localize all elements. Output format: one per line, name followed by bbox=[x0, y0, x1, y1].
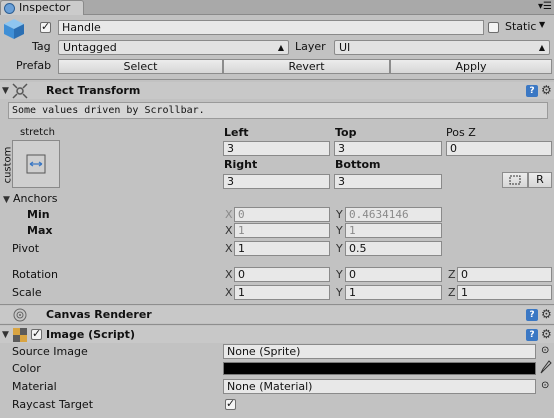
gear-icon[interactable]: ⚙ bbox=[541, 308, 552, 320]
object-picker-icon[interactable]: ⊙ bbox=[541, 344, 549, 358]
layer-label: Layer bbox=[295, 40, 326, 53]
scale-z-axis-label: Z bbox=[448, 286, 456, 299]
tab-menu-icon[interactable]: ▾☰ bbox=[538, 0, 552, 14]
foldout-arrow-icon[interactable]: ▼ bbox=[2, 86, 9, 96]
inspector-tab-label: Inspector bbox=[19, 1, 71, 14]
rotation-y-field[interactable]: 0 bbox=[345, 267, 442, 282]
anchor-min-label: Min bbox=[27, 208, 50, 221]
inspector-tab[interactable]: Inspector bbox=[0, 0, 84, 15]
info-icon bbox=[4, 3, 15, 14]
right-header: Right bbox=[224, 158, 258, 171]
gameobject-cube-icon bbox=[3, 18, 25, 40]
divider bbox=[0, 79, 554, 80]
color-label: Color bbox=[12, 362, 41, 375]
prefab-select-button[interactable]: Select bbox=[58, 59, 223, 74]
object-picker-icon[interactable]: ⊙ bbox=[541, 379, 549, 393]
eyedropper-icon[interactable] bbox=[540, 360, 552, 374]
rect-transform-title: Rect Transform bbox=[46, 84, 141, 97]
static-label: Static bbox=[505, 20, 537, 33]
anchor-stretch-icon bbox=[26, 154, 46, 174]
divider bbox=[0, 304, 554, 305]
raycast-target-checkbox[interactable] bbox=[225, 397, 236, 410]
rect-transform-icon bbox=[12, 83, 28, 99]
gear-icon[interactable]: ⚙ bbox=[541, 328, 552, 340]
anchors-foldout-icon[interactable]: ▼ bbox=[3, 195, 10, 205]
raw-edit-button[interactable]: R bbox=[528, 172, 552, 188]
help-icon[interactable]: ? bbox=[526, 309, 538, 321]
right-field[interactable]: 3 bbox=[223, 174, 330, 189]
dropdown-arrow-icon: ▲ bbox=[538, 43, 545, 52]
image-enabled-checkbox[interactable] bbox=[31, 327, 42, 340]
anchor-min-x-field[interactable]: 0 bbox=[234, 207, 330, 222]
left-header: Left bbox=[224, 126, 249, 139]
source-image-field[interactable]: None (Sprite) bbox=[223, 344, 536, 359]
layer-dropdown[interactable]: UI ▲ bbox=[334, 40, 550, 55]
tag-dropdown[interactable]: Untagged ▲ bbox=[58, 40, 289, 55]
gameobject-name-field[interactable]: Handle bbox=[58, 20, 484, 35]
color-swatch[interactable] bbox=[223, 362, 536, 375]
rotation-z-axis-label: Z bbox=[448, 268, 456, 281]
posz-header: Pos Z bbox=[446, 126, 476, 139]
blueprint-mode-button[interactable] bbox=[502, 172, 528, 188]
canvas-renderer-icon bbox=[12, 307, 28, 323]
blueprint-icon bbox=[509, 175, 521, 185]
scale-z-field[interactable]: 1 bbox=[457, 285, 552, 300]
static-checkbox[interactable] bbox=[488, 22, 499, 33]
bottom-field[interactable]: 3 bbox=[334, 174, 442, 189]
pivot-label: Pivot bbox=[12, 242, 40, 255]
static-dropdown-icon[interactable]: ▼ bbox=[539, 18, 545, 32]
top-field[interactable]: 3 bbox=[334, 141, 442, 156]
anchor-max-y-field[interactable]: 1 bbox=[345, 223, 442, 238]
max-x-axis-label: X bbox=[225, 224, 233, 237]
foldout-arrow-icon[interactable]: ▼ bbox=[2, 330, 9, 340]
help-icon[interactable]: ? bbox=[526, 329, 538, 341]
min-y-axis-label: Y bbox=[336, 208, 343, 221]
rotation-x-axis-label: X bbox=[225, 268, 233, 281]
material-label: Material bbox=[12, 380, 57, 393]
dropdown-arrow-icon: ▲ bbox=[277, 43, 284, 52]
tag-value: Untagged bbox=[63, 41, 117, 54]
scale-x-axis-label: X bbox=[225, 286, 233, 299]
pivot-x-axis-label: X bbox=[225, 242, 233, 255]
canvas-renderer-title: Canvas Renderer bbox=[46, 308, 152, 321]
divider bbox=[0, 324, 554, 325]
prefab-apply-button[interactable]: Apply bbox=[390, 59, 552, 74]
raycast-target-label: Raycast Target bbox=[12, 398, 94, 411]
scale-label: Scale bbox=[12, 286, 42, 299]
active-checkbox[interactable] bbox=[40, 20, 51, 33]
tag-label: Tag bbox=[32, 40, 51, 53]
rotation-z-field[interactable]: 0 bbox=[457, 267, 552, 282]
rotation-y-axis-label: Y bbox=[336, 268, 343, 281]
rotation-label: Rotation bbox=[12, 268, 59, 281]
left-field[interactable]: 3 bbox=[223, 141, 330, 156]
source-image-label: Source Image bbox=[12, 345, 88, 358]
top-header: Top bbox=[335, 126, 357, 139]
anchor-presets-button[interactable] bbox=[12, 140, 60, 188]
min-x-axis-label: X bbox=[225, 208, 233, 221]
help-icon[interactable]: ? bbox=[526, 85, 538, 97]
anchor-preset-stretch-label: stretch bbox=[20, 127, 55, 138]
anchor-min-y-field[interactable]: 0.4634146 bbox=[345, 207, 442, 222]
anchor-max-label: Max bbox=[27, 224, 53, 237]
anchor-max-x-field[interactable]: 1 bbox=[234, 223, 330, 238]
bottom-header: Bottom bbox=[335, 158, 381, 171]
pivot-y-axis-label: Y bbox=[336, 242, 343, 255]
prefab-revert-button[interactable]: Revert bbox=[223, 59, 390, 74]
image-script-title: Image (Script) bbox=[46, 328, 135, 341]
pivot-x-field[interactable]: 1 bbox=[234, 241, 330, 256]
driven-info-box: Some values driven by Scrollbar. bbox=[8, 102, 548, 119]
rotation-x-field[interactable]: 0 bbox=[234, 267, 330, 282]
max-y-axis-label: Y bbox=[336, 224, 343, 237]
anchors-label: Anchors bbox=[13, 192, 58, 205]
layer-value: UI bbox=[339, 41, 351, 54]
scale-x-field[interactable]: 1 bbox=[234, 285, 330, 300]
image-component-icon bbox=[13, 328, 27, 342]
pivot-y-field[interactable]: 0.5 bbox=[345, 241, 442, 256]
scale-y-field[interactable]: 1 bbox=[345, 285, 442, 300]
material-field[interactable]: None (Material) bbox=[223, 379, 536, 394]
prefab-label: Prefab bbox=[16, 59, 52, 72]
gear-icon[interactable]: ⚙ bbox=[541, 84, 552, 96]
posz-field[interactable]: 0 bbox=[446, 141, 552, 156]
scale-y-axis-label: Y bbox=[336, 286, 343, 299]
